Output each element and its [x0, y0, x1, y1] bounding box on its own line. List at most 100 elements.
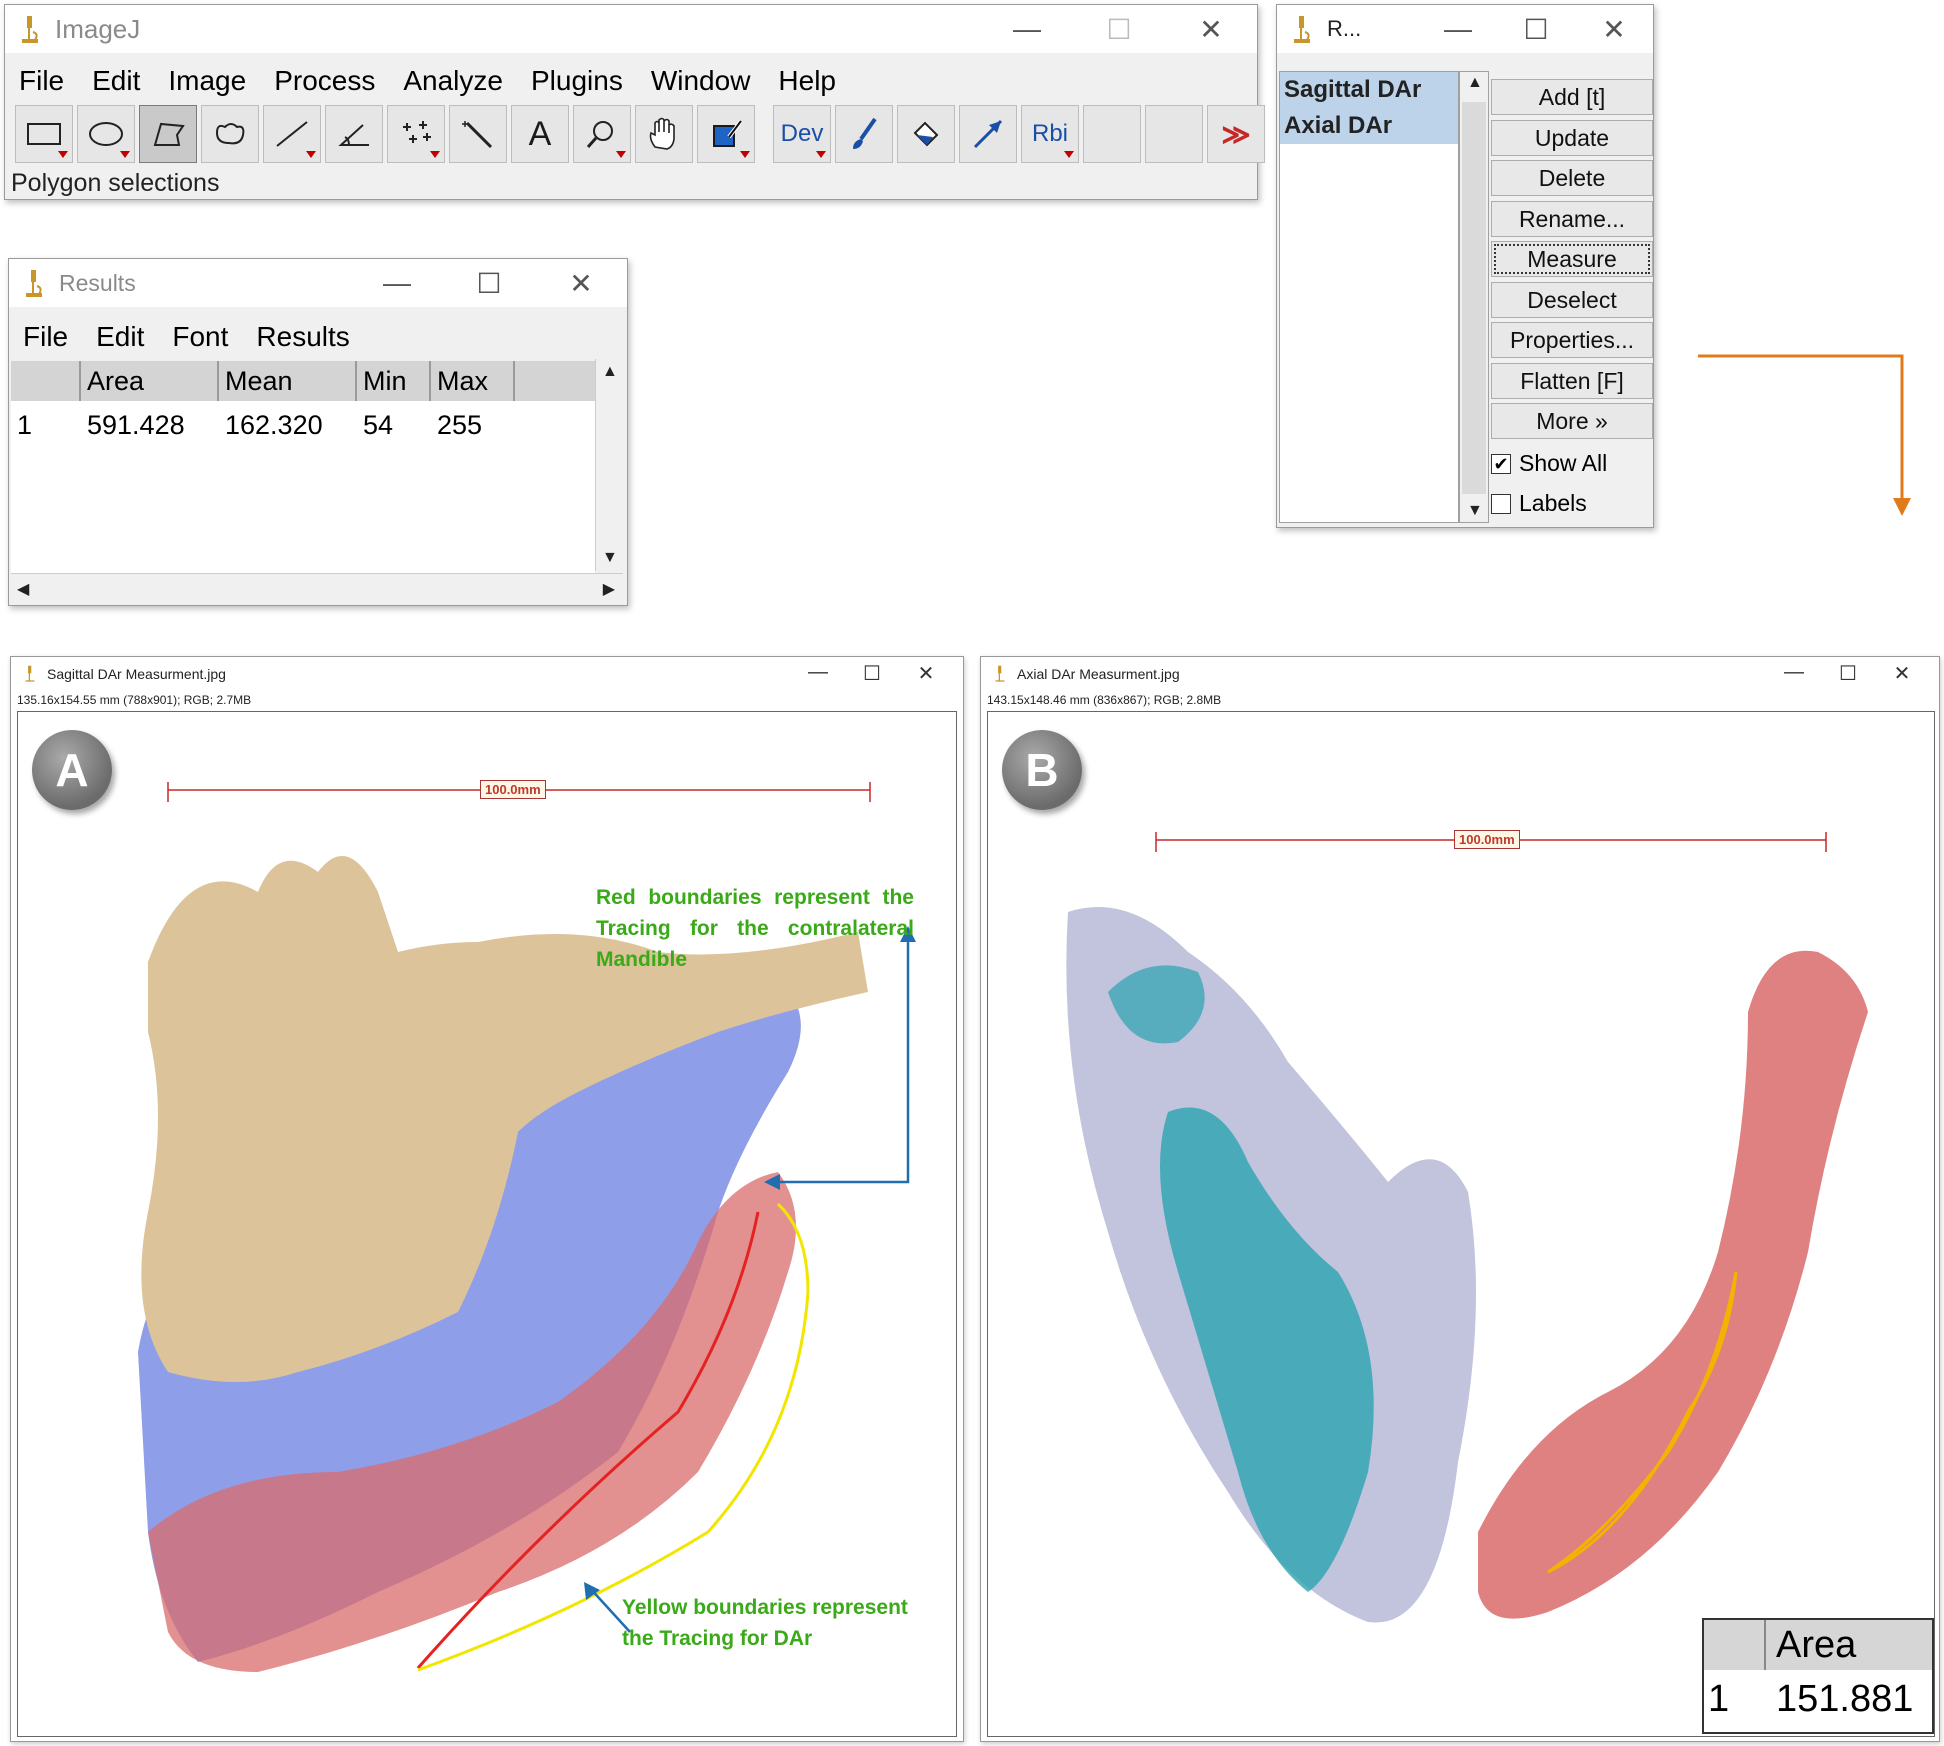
results-titlebar[interactable]: Results — ☐ ✕	[9, 259, 627, 307]
scroll-up-icon[interactable]: ▲	[1467, 74, 1483, 92]
roi-list[interactable]: Sagittal DAr Axial DAr	[1279, 71, 1459, 523]
area-result-table: Area 1 151.881	[1702, 1618, 1934, 1734]
imagej-titlebar[interactable]: ImageJ — ☐ ✕	[5, 5, 1257, 53]
minimize-button[interactable]: —	[791, 661, 845, 686]
maximize-button[interactable]: ☐	[443, 259, 535, 307]
hand-tool-icon[interactable]	[635, 105, 693, 163]
menu-image[interactable]: Image	[154, 61, 260, 101]
roi-label: Rbi	[1031, 120, 1068, 147]
rename-button[interactable]: Rename...	[1491, 200, 1653, 237]
roi-list-item[interactable]: Sagittal DAr	[1280, 72, 1458, 108]
scroll-up-icon[interactable]: ▲	[602, 363, 618, 381]
menu-edit[interactable]: Edit	[78, 61, 154, 101]
show-all-label: Show All	[1519, 450, 1608, 476]
image-canvas[interactable]: B 100.0mm Area 1 151.881	[987, 711, 1935, 1737]
oval-tool-icon[interactable]	[77, 105, 135, 163]
menu-help[interactable]: Help	[764, 61, 850, 101]
add-button[interactable]: Add [t]	[1491, 79, 1653, 115]
empty-tool-slot[interactable]	[1145, 105, 1203, 163]
brush-icon[interactable]	[835, 105, 893, 163]
scroll-right-icon[interactable]: ▶	[603, 579, 615, 599]
menu-edit[interactable]: Edit	[82, 317, 158, 357]
magnifier-icon[interactable]	[573, 105, 631, 163]
menu-process[interactable]: Process	[260, 61, 389, 101]
red-boundaries-annotation: Red boundaries represent the Tracing for…	[596, 882, 914, 975]
minimize-button[interactable]: —	[351, 259, 443, 307]
show-all-checkbox[interactable]: ✔ Show All	[1491, 444, 1653, 484]
freehand-tool-icon[interactable]	[201, 105, 259, 163]
annotation-line: Tracing for the contralateral	[596, 917, 914, 940]
results-table[interactable]: Area Mean Min Max 1 591.428 162.320 54 2…	[11, 361, 595, 573]
table-row[interactable]: 1 591.428 162.320 54 255	[11, 401, 595, 449]
maximize-button[interactable]: ☐	[1821, 661, 1875, 686]
polygon-tool-icon[interactable]	[139, 105, 197, 163]
checkbox-checked-icon: ✔	[1491, 453, 1511, 474]
more-button[interactable]: More »	[1491, 403, 1653, 439]
image-canvas[interactable]: A 100.0mm Red boundaries represent the T…	[17, 711, 957, 1737]
roi-list-item[interactable]: Axial DAr	[1280, 108, 1458, 144]
axial-image-window: Axial DAr Measurment.jpg — ☐ ✕ 143.15x14…	[980, 656, 1940, 1742]
empty-tool-slot[interactable]	[1083, 105, 1141, 163]
menu-window[interactable]: Window	[637, 61, 765, 101]
results-menu-bar: File Edit Font Results	[9, 317, 627, 357]
roi-list-scrollbar[interactable]: ▲ ▼	[1459, 71, 1489, 523]
panel-badge: B	[1002, 730, 1082, 810]
image-info: 135.16x154.55 mm (788x901); RGB; 2.7MB	[17, 693, 252, 707]
roi-tool[interactable]: Rbi	[1021, 105, 1079, 163]
microscope-icon	[1294, 16, 1310, 43]
color-picker-icon[interactable]	[697, 105, 755, 163]
close-button[interactable]: ✕	[1875, 661, 1929, 686]
minimize-button[interactable]: —	[1767, 661, 1821, 686]
text-tool[interactable]: A	[511, 105, 569, 163]
menu-analyze[interactable]: Analyze	[389, 61, 517, 101]
menu-file[interactable]: File	[5, 61, 78, 101]
properties-button[interactable]: Properties...	[1491, 322, 1653, 358]
roi-manager-window: R... — ☐ ✕ Sagittal DAr Axial DAr ▲ ▼ Ad…	[1276, 4, 1654, 528]
maximize-button[interactable]: ☐	[1497, 5, 1575, 53]
flatten-button[interactable]: Flatten [F]	[1491, 362, 1653, 399]
measure-button[interactable]: Measure	[1491, 241, 1653, 277]
menu-results[interactable]: Results	[242, 317, 363, 357]
wand-tool-icon[interactable]	[449, 105, 507, 163]
maximize-button[interactable]: ☐	[845, 661, 899, 686]
microscope-icon	[995, 665, 1005, 682]
vertical-scrollbar[interactable]: ▲ ▼	[595, 359, 623, 571]
more-tools-icon[interactable]: ≫	[1207, 105, 1265, 163]
annotation-line: Yellow boundaries represent	[622, 1596, 908, 1619]
multipoint-tool-icon[interactable]	[387, 105, 445, 163]
minimize-button[interactable]: —	[981, 5, 1073, 53]
close-button[interactable]: ✕	[1575, 5, 1653, 53]
table-header: Area Mean Min Max	[11, 361, 595, 401]
dev-tool[interactable]: Dev	[773, 105, 831, 163]
menu-file[interactable]: File	[9, 317, 82, 357]
deselect-button[interactable]: Deselect	[1491, 281, 1653, 318]
line-tool-icon[interactable]	[263, 105, 321, 163]
update-button[interactable]: Update	[1491, 119, 1653, 156]
menu-plugins[interactable]: Plugins	[517, 61, 637, 101]
minimize-button[interactable]: —	[1419, 5, 1497, 53]
menu-font[interactable]: Font	[158, 317, 242, 357]
scroll-left-icon[interactable]: ◀	[17, 579, 29, 599]
table-cell: 1	[17, 410, 33, 440]
rectangle-tool-icon[interactable]	[15, 105, 73, 163]
arrow-tool-icon[interactable]	[959, 105, 1017, 163]
delete-button[interactable]: Delete	[1491, 160, 1653, 196]
imagej-window: ImageJ — ☐ ✕ File Edit Image Process Ana…	[4, 4, 1265, 200]
scroll-down-icon[interactable]: ▼	[602, 549, 618, 567]
menu-bar: File Edit Image Process Analyze Plugins …	[5, 61, 1257, 101]
column-header: Area	[81, 361, 219, 401]
flood-fill-icon[interactable]	[897, 105, 955, 163]
close-button[interactable]: ✕	[535, 259, 627, 307]
scroll-down-icon[interactable]: ▼	[1467, 502, 1483, 520]
horizontal-scrollbar[interactable]: ◀ ▶	[11, 573, 623, 603]
close-button[interactable]: ✕	[899, 661, 953, 686]
close-button[interactable]: ✕	[1165, 5, 1257, 53]
panel-badge: A	[32, 730, 112, 810]
roi-titlebar[interactable]: R... — ☐ ✕	[1277, 5, 1653, 53]
angle-tool-icon[interactable]	[325, 105, 383, 163]
table-header: Area	[1704, 1620, 1932, 1670]
scroll-thumb[interactable]	[1462, 102, 1486, 494]
labels-checkbox[interactable]: Labels	[1491, 484, 1653, 524]
maximize-button[interactable]: ☐	[1073, 5, 1165, 53]
microscope-icon	[22, 16, 38, 43]
